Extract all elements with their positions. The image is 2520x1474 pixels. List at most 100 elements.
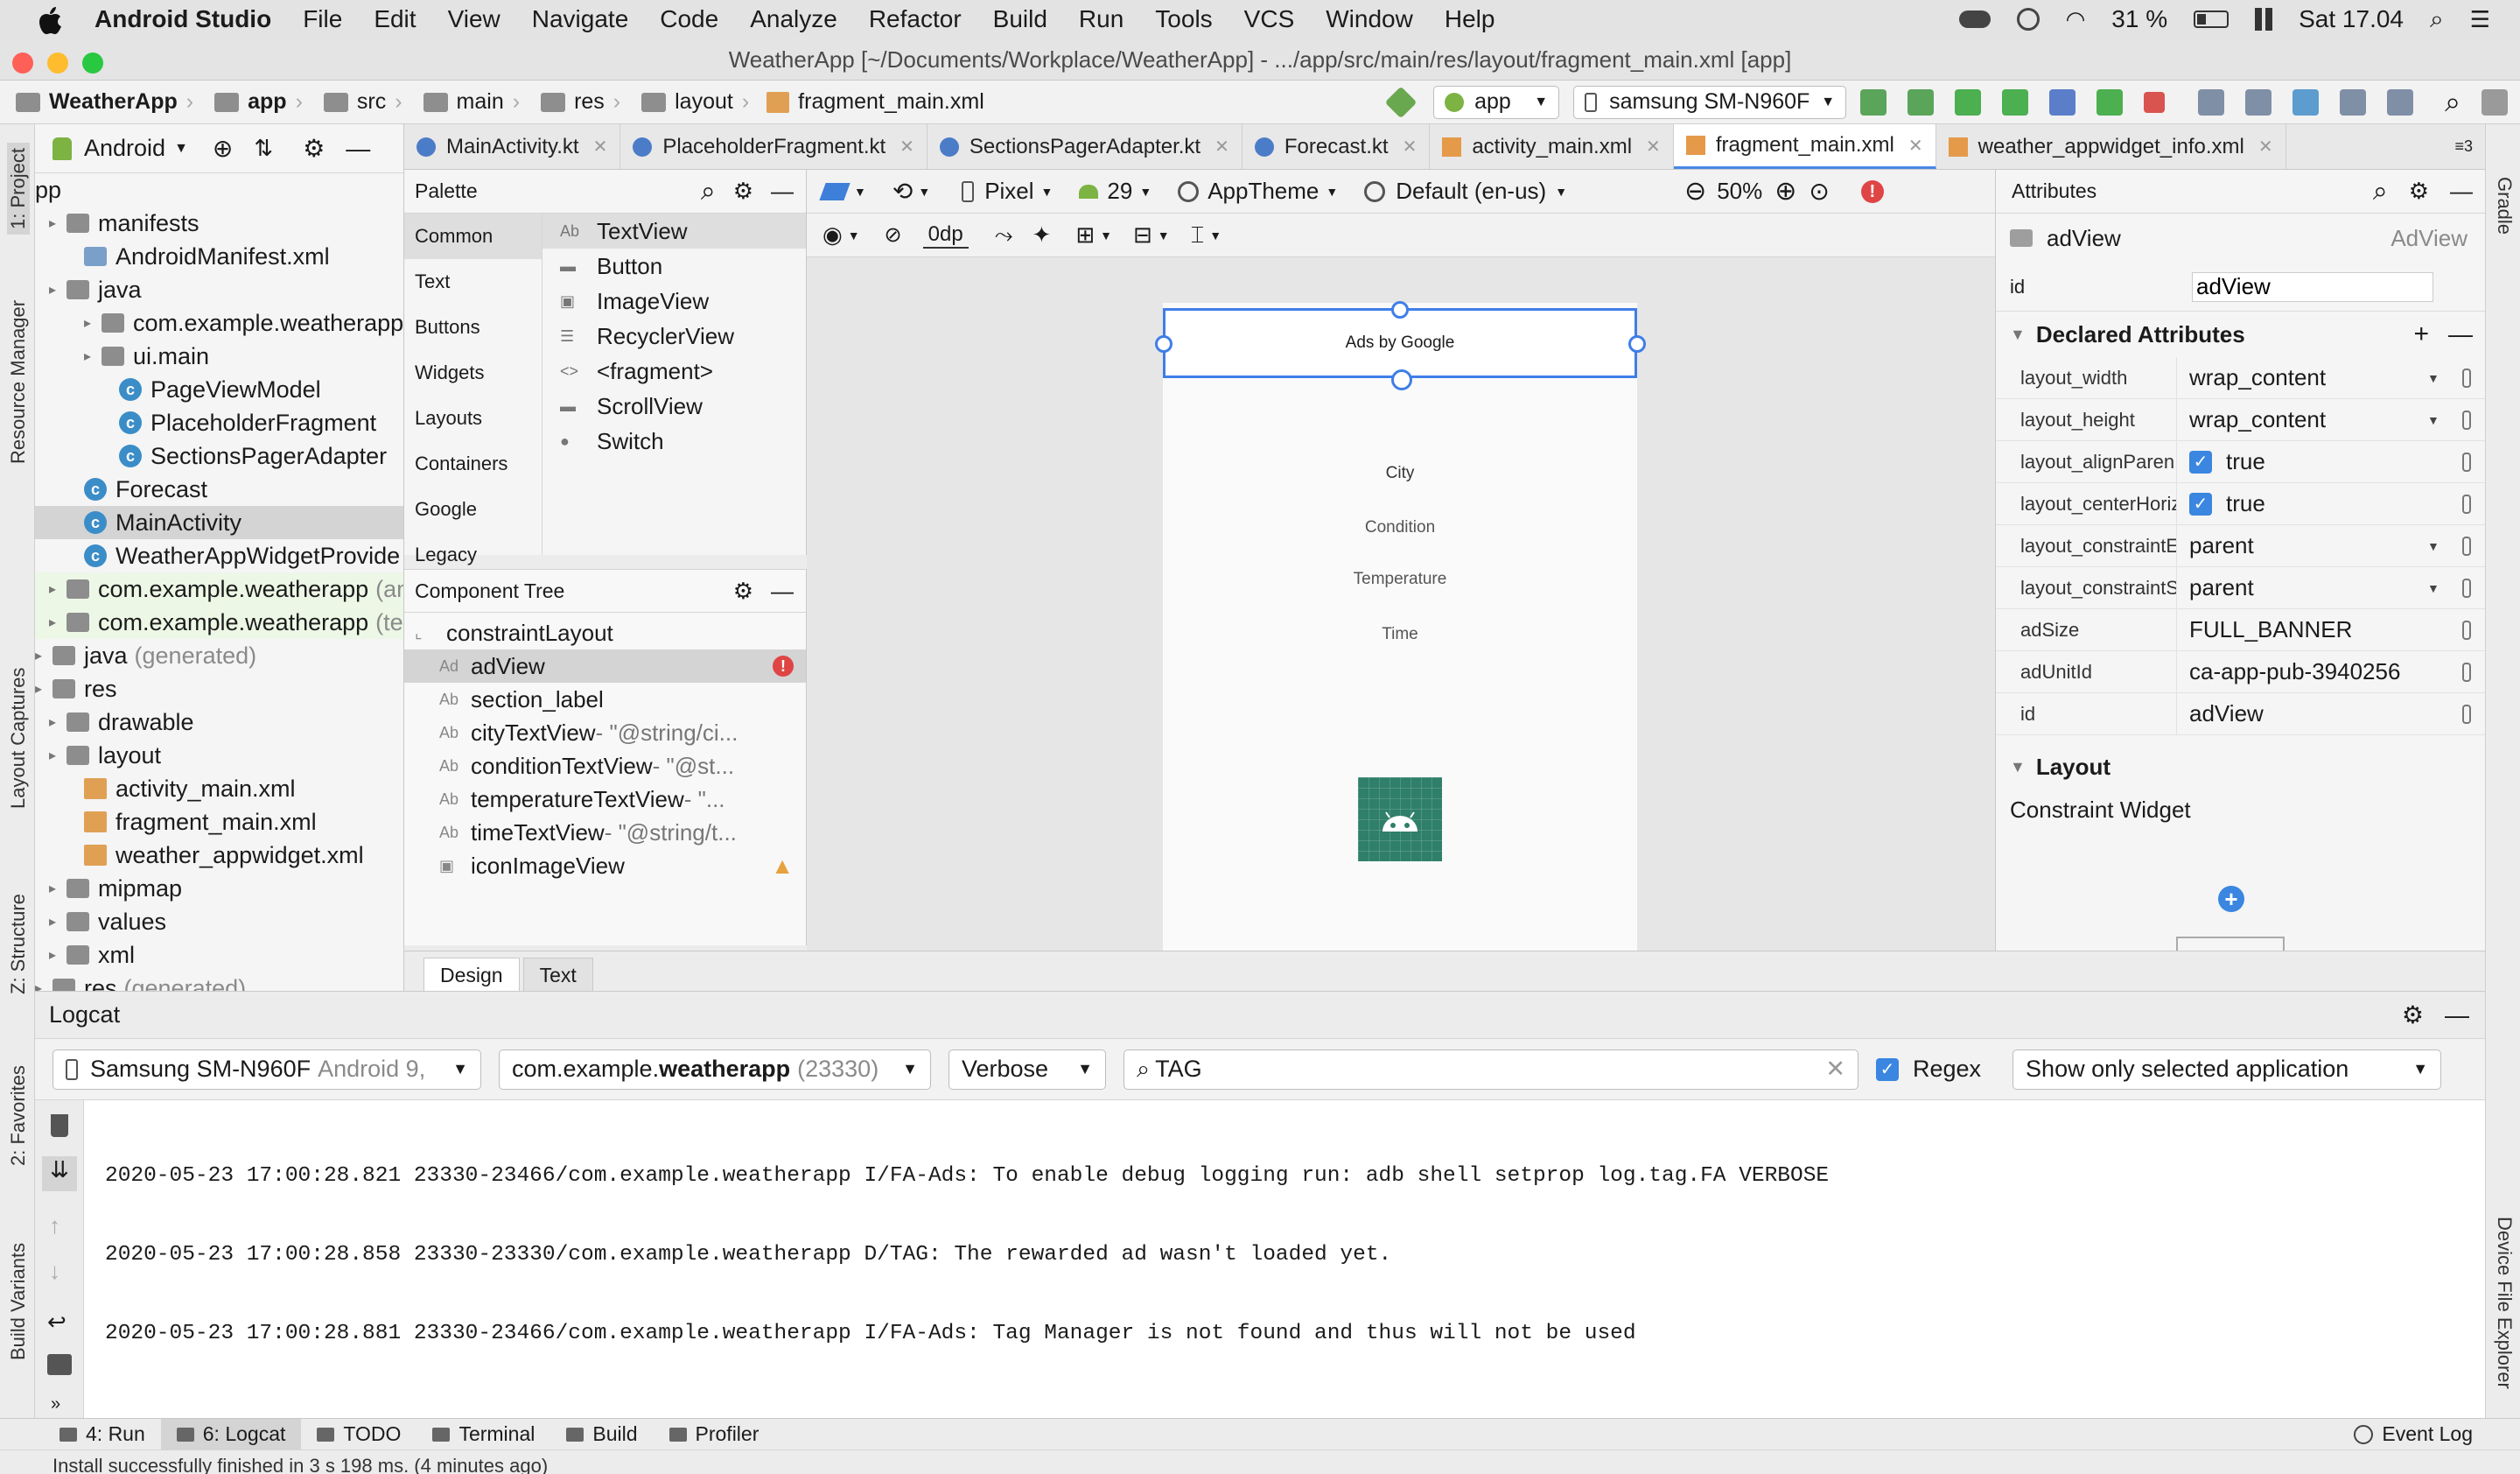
- breadcrumb-project[interactable]: WeatherApp ›: [0, 89, 193, 115]
- logcat-output[interactable]: 2020-05-23 17:00:28.821 23330-23466/com.…: [105, 1111, 1829, 1400]
- resource-picker-icon[interactable]: [2462, 662, 2471, 682]
- app-menu[interactable]: Android Studio: [94, 5, 271, 33]
- project-tree-item[interactable]: c SectionsPagerAdapter: [35, 439, 403, 473]
- settings-gear-icon[interactable]: ⚙: [733, 178, 753, 205]
- expand-arrow-icon[interactable]: ▸: [49, 281, 66, 298]
- regex-checkbox[interactable]: ✓: [1876, 1057, 1899, 1081]
- menu-run[interactable]: Run: [1079, 5, 1124, 33]
- editor-tab[interactable]: MainActivity.kt ✕: [404, 124, 621, 169]
- menu-window[interactable]: Window: [1326, 5, 1413, 33]
- stop-icon[interactable]: [2144, 91, 2166, 113]
- view-options-eye-icon[interactable]: ◉: [822, 221, 843, 249]
- clear-search-icon[interactable]: ✕: [1825, 1056, 1845, 1083]
- expand-arrow-icon[interactable]: ▸: [49, 913, 66, 930]
- warning-icon[interactable]: ▲: [771, 853, 794, 880]
- hide-panel-icon[interactable]: —: [2450, 178, 2473, 205]
- project-tree-item[interactable]: c Forecast: [35, 473, 403, 506]
- palette-category[interactable]: Layouts: [404, 396, 542, 441]
- breadcrumb-src[interactable]: src ›: [308, 89, 402, 115]
- print-icon[interactable]: [47, 1354, 72, 1375]
- design-tab[interactable]: Design: [424, 958, 520, 991]
- project-tree-item[interactable]: ▸ com.example.weatherapp(an: [35, 572, 403, 606]
- project-tree-item[interactable]: ▸ com.example.weatherapp(tes: [35, 606, 403, 639]
- scroll-to-end-icon[interactable]: ⇊: [42, 1156, 77, 1191]
- avd-manager-icon[interactable]: [2245, 88, 2272, 116]
- spotlight-search-icon[interactable]: ⌕: [2430, 5, 2444, 34]
- layout-icon[interactable]: [2482, 88, 2508, 116]
- condition-text-preview[interactable]: Condition: [1163, 518, 1637, 537]
- search-icon[interactable]: ⌕: [2373, 177, 2388, 207]
- declared-attributes-header[interactable]: ▼ Declared Attributes + —: [1996, 312, 2485, 357]
- resource-picker-icon[interactable]: [2462, 620, 2471, 640]
- constraint-handle-left[interactable]: [1155, 335, 1172, 353]
- project-tree-item[interactable]: ▸ res (generated): [35, 972, 403, 991]
- battery-icon[interactable]: [2194, 11, 2230, 28]
- error-icon[interactable]: !: [773, 656, 794, 677]
- expand-arrow-icon[interactable]: ▸: [49, 580, 66, 598]
- palette-item[interactable]: ▬ Button: [542, 249, 806, 284]
- layout-section-header[interactable]: ▼ Layout: [1996, 744, 2485, 790]
- chevron-down-icon[interactable]: ▼: [2427, 539, 2454, 553]
- breadcrumb-file[interactable]: fragment_main.xml: [754, 89, 984, 115]
- logcat-search-box[interactable]: ⌕ TAG ✕: [1124, 1049, 1858, 1090]
- notification-center-icon[interactable]: ☰: [2470, 6, 2490, 33]
- menu-code[interactable]: Code: [660, 5, 718, 33]
- project-tree-item[interactable]: ▸ java: [35, 273, 403, 306]
- palette-item[interactable]: ☰ RecyclerView: [542, 319, 806, 354]
- palette-category[interactable]: Text: [404, 259, 542, 305]
- project-tree-item[interactable]: fragment_main.xml: [35, 805, 403, 839]
- hide-panel-icon[interactable]: —: [346, 135, 370, 163]
- project-tree-item[interactable]: c WeatherAppWidgetProvide: [35, 539, 403, 572]
- chevron-down-icon[interactable]: ▼: [174, 141, 188, 157]
- palette-item[interactable]: Ab TextView: [542, 214, 806, 249]
- chevron-down-icon[interactable]: ▼: [2427, 581, 2454, 595]
- menu-file[interactable]: File: [303, 5, 342, 33]
- constraint-handle-right[interactable]: [1628, 335, 1646, 353]
- close-tab-icon[interactable]: ✕: [2258, 136, 2273, 158]
- menu-vcs[interactable]: VCS: [1244, 5, 1295, 33]
- project-view-dropdown[interactable]: Android: [84, 135, 165, 162]
- debug-icon[interactable]: [2002, 88, 2029, 116]
- editor-tab[interactable]: weather_appwidget_info.xml ✕: [1936, 124, 2286, 169]
- clear-logcat-icon[interactable]: [51, 1114, 68, 1137]
- resource-picker-icon[interactable]: [2462, 704, 2471, 724]
- component-tree-item[interactable]: Ab timeTextView - "@string/t...: [404, 816, 806, 849]
- adview-preview[interactable]: Ads by Google: [1163, 308, 1637, 378]
- menu-build[interactable]: Build: [993, 5, 1047, 33]
- logcat-search-input[interactable]: TAG: [1155, 1056, 1202, 1083]
- expand-arrow-icon[interactable]: ▸: [49, 880, 66, 897]
- apply-changes-icon[interactable]: [1860, 88, 1887, 116]
- project-tree-item[interactable]: ▸ res: [35, 672, 403, 705]
- tool-window-button[interactable]: TODO: [301, 1419, 416, 1450]
- city-text-preview[interactable]: City: [1163, 464, 1637, 483]
- resource-picker-icon[interactable]: [2462, 410, 2471, 430]
- attribute-value-field[interactable]: wrap_content: [2176, 356, 2427, 399]
- locate-target-icon[interactable]: ⊕: [213, 134, 233, 163]
- breadcrumb-layout[interactable]: layout ›: [626, 89, 749, 115]
- component-tree-item[interactable]: Ab conditionTextView - "@st...: [404, 749, 806, 783]
- attribute-value-field[interactable]: parent: [2176, 524, 2427, 567]
- component-tree-item[interactable]: Ad adView!: [404, 649, 806, 683]
- attribute-value-field[interactable]: ca-app-pub-3940256: [2176, 650, 2427, 693]
- constraint-handle-bottom[interactable]: [1391, 369, 1412, 390]
- project-tool-tab[interactable]: 1: Project: [7, 143, 30, 235]
- expand-arrow-icon[interactable]: ▸: [84, 314, 102, 332]
- log-level-selector[interactable]: Verbose ▼: [948, 1049, 1106, 1090]
- resource-manager-tool-tab[interactable]: Resource Manager: [7, 300, 30, 464]
- structure-tool-tab[interactable]: Z: Structure: [7, 894, 30, 994]
- device-selector[interactable]: Samsung SM-N960F Android 9, ▼: [52, 1049, 481, 1090]
- run-icon[interactable]: [1955, 88, 1982, 116]
- palette-category[interactable]: Buttons: [404, 305, 542, 350]
- editor-tab[interactable]: PlaceholderFragment.kt ✕: [620, 124, 928, 169]
- checkbox[interactable]: ✓: [2189, 450, 2212, 474]
- zoom-window-button[interactable]: [82, 53, 103, 74]
- settings-gear-icon[interactable]: [2016, 8, 2040, 31]
- project-tree-item[interactable]: ▸ layout: [35, 739, 403, 772]
- project-tree-item[interactable]: AndroidManifest.xml: [35, 240, 403, 273]
- down-arrow-icon[interactable]: ↓: [49, 1258, 60, 1285]
- component-tree-item[interactable]: ⌞ constraintLayout: [404, 616, 806, 649]
- attribute-value-field[interactable]: adView: [2176, 692, 2427, 735]
- expand-arrow-icon[interactable]: ▸: [49, 713, 66, 731]
- apply-code-changes-icon[interactable]: [1908, 88, 1935, 116]
- tool-window-button[interactable]: Build: [550, 1419, 653, 1450]
